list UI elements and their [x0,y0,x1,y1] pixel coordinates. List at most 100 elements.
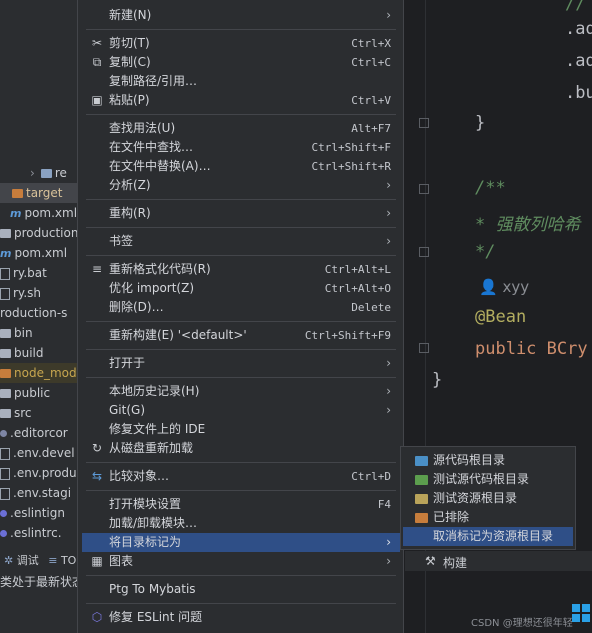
menu-item-analyze[interactable]: 分析(Z) › [82,176,400,195]
menu-item-mark-directory-as[interactable]: 将目录标记为 › [82,533,400,552]
project-tree: › re target m pom.xml production m pom.xml … [0,0,84,633]
scissors-icon: ✂ [91,36,103,50]
reload-icon: ↻ [91,441,103,455]
menu-item-replace-in-files[interactable]: 在文件中替换(A)… Ctrl+Shift+R [82,157,400,176]
menu-item-git[interactable]: Git(G) › [82,401,400,420]
menu-item-copy[interactable]: ⧉ 复制(C) Ctrl+C [82,53,400,72]
menu-separator [86,490,396,491]
tree-row[interactable]: production [0,223,78,243]
fold-icon[interactable] [419,118,429,128]
menu-item-local-history[interactable]: 本地历史记录(H) › [82,382,400,401]
tab-debug[interactable]: 调试 [17,554,39,567]
tree-row[interactable]: .eslintrc. [0,523,62,543]
code-comment: // [565,0,586,14]
file-icon [0,447,10,460]
menu-item-find-usages[interactable]: 查找用法(U) Alt+F7 [82,119,400,138]
tree-row[interactable]: ry.sh [0,283,41,303]
chevron-right-icon: › [386,8,391,22]
submenu-item-excluded[interactable]: 已排除 [403,508,573,527]
folder-icon [12,189,23,198]
menu-item-refactor[interactable]: 重构(R) › [82,204,400,223]
user-icon: 👤 [479,278,498,296]
folder-icon [0,389,11,398]
submenu-item-test-sources-root[interactable]: 测试源代码根目录 [403,470,573,489]
folder-icon [0,229,11,238]
code-line: * 强散列哈希 [475,215,581,235]
file-icon [0,287,10,300]
tree-row[interactable]: target [0,183,78,203]
fold-icon[interactable] [419,247,429,257]
menu-item-reformat-code[interactable]: ≡ 重新格式化代码(R) Ctrl+Alt+L [82,260,400,279]
chevron-right-icon[interactable]: › [30,166,35,180]
tree-row[interactable]: bin [0,323,33,343]
tab-build[interactable]: 构建 [443,554,467,571]
code-line: /** [475,178,506,198]
code-line: .ad [565,19,592,39]
menu-item-ptg-to-mybatis[interactable]: Ptg To Mybatis [82,580,400,599]
tree-row[interactable]: build [0,343,44,363]
menu-item-new[interactable]: 新建(N) › [82,6,400,25]
menu-item-copy-path[interactable]: 复制路径/引用… [82,72,400,91]
paste-icon: ▣ [91,93,103,107]
folder-icon [415,456,428,466]
menu-item-load-unload-modules[interactable]: 加载/卸载模块… [82,514,400,533]
reformat-icon: ≡ [91,262,103,276]
menu-item-rebuild[interactable]: 重新构建(E) '<default>' Ctrl+Shift+F9 [82,326,400,345]
menu-item-find-in-files[interactable]: 在文件中查找… Ctrl+Shift+F [82,138,400,157]
tree-row[interactable]: src [0,403,32,423]
menu-separator [86,114,396,115]
menu-separator [86,462,396,463]
menu-item-repair-ide[interactable]: 修复文件上的 IDE [82,420,400,439]
code-line: } [432,370,443,390]
debug-icon: ✲ [4,554,14,567]
menu-item-open-in[interactable]: 打开于 › [82,354,400,373]
tab-todo[interactable]: TO [61,554,76,567]
code-line: */ [475,242,496,262]
tree-row[interactable]: m pom.xml [0,203,77,223]
status-text: 类处于最新状态 [0,575,85,589]
folder-icon [0,409,11,418]
tree-row[interactable]: ry.bat [0,263,47,283]
tree-row[interactable]: .eslintign [0,503,65,523]
tree-row[interactable]: m pom.xml [0,243,67,263]
file-icon [0,487,10,500]
tree-row[interactable]: node_modu [0,363,84,383]
folder-icon [0,349,11,358]
submenu-item-unmark-resources-root[interactable]: 取消标记为资源根目录 [403,527,573,546]
tree-row[interactable]: .env.stagi [0,483,71,503]
menu-item-optimize-imports[interactable]: 优化 import(Z) Ctrl+Alt+O [82,279,400,298]
menu-item-delete[interactable]: 删除(D)… Delete [82,298,400,317]
menu-item-diagrams[interactable]: ▦ 图表 › [82,552,400,571]
folder-icon [40,169,52,178]
menu-item-bookmarks[interactable]: 书签 › [82,232,400,251]
tree-row[interactable]: public [0,383,50,403]
tree-row[interactable]: .env.produ [0,463,77,483]
submenu-item-sources-root[interactable]: 源代码根目录 [403,451,573,470]
eslint-icon [0,530,7,537]
code-line: public BCry [475,339,588,359]
folder-icon [0,329,11,338]
menu-separator [86,349,396,350]
menu-separator [86,603,396,604]
menu-item-paste[interactable]: ▣ 粘贴(P) Ctrl+V [82,91,400,110]
menu-item-fix-eslint[interactable]: ⬡ 修复 ESLint 问题 [82,608,400,627]
windows-logo-icon [572,604,590,622]
submenu-item-test-resources-root[interactable]: 测试资源根目录 [403,489,573,508]
tree-row[interactable]: .env.devel [0,443,75,463]
maven-icon: m [0,247,12,260]
menu-item-cut[interactable]: ✂ 剪切(T) Ctrl+X [82,34,400,53]
folder-icon [415,513,428,523]
fold-icon[interactable] [419,343,429,353]
chevron-right-icon: › [386,178,391,192]
hammer-icon: ⚒ [425,554,436,568]
tool-tabs: ✲ 调试 ≡ TO [0,551,78,571]
menu-item-compare-with[interactable]: ⇆ 比较对象… Ctrl+D [82,467,400,486]
tree-row[interactable]: › re [30,163,67,183]
menu-item-reload-from-disk[interactable]: ↻ 从磁盘重新加载 [82,439,400,458]
code-line: @Bean [475,307,527,327]
tree-row[interactable]: .editorcor [0,423,68,443]
menu-item-module-settings[interactable]: 打开模块设置 F4 [82,495,400,514]
tree-row[interactable]: roduction-s [0,303,67,323]
folder-icon [415,494,428,504]
fold-icon[interactable] [419,184,429,194]
